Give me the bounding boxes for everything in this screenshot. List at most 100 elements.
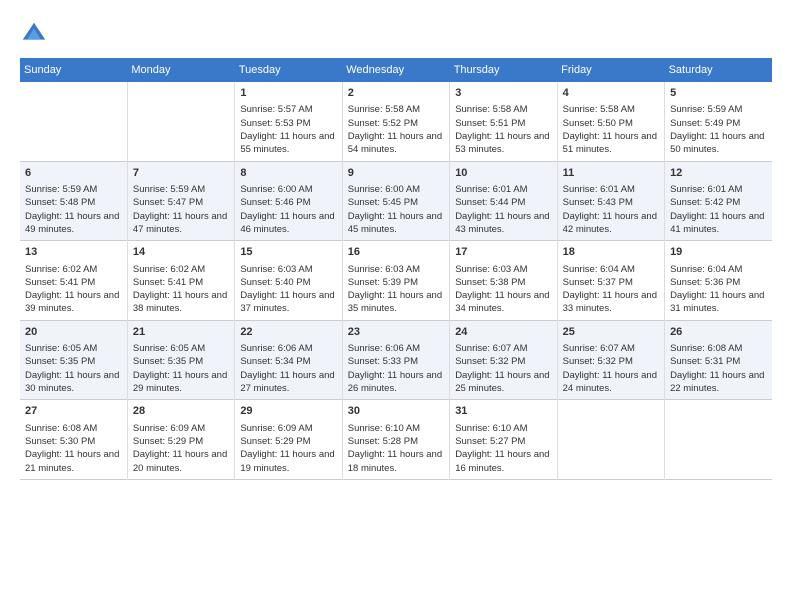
calendar-week-row: 6Sunrise: 5:59 AMSunset: 5:48 PMDaylight…	[20, 161, 772, 241]
cell-info-line: Daylight: 11 hours and 55 minutes.	[240, 130, 336, 157]
day-number: 27	[25, 404, 122, 419]
calendar-cell: 25Sunrise: 6:07 AMSunset: 5:32 PMDayligh…	[557, 320, 664, 400]
calendar-cell: 3Sunrise: 5:58 AMSunset: 5:51 PMDaylight…	[450, 82, 557, 161]
header-friday: Friday	[557, 58, 664, 82]
cell-info-line: Sunrise: 6:00 AM	[240, 183, 336, 196]
calendar-week-row: 1Sunrise: 5:57 AMSunset: 5:53 PMDaylight…	[20, 82, 772, 161]
calendar-week-row: 20Sunrise: 6:05 AMSunset: 5:35 PMDayligh…	[20, 320, 772, 400]
cell-info-line: Daylight: 11 hours and 43 minutes.	[455, 210, 551, 237]
cell-info-line: Sunrise: 6:01 AM	[670, 183, 767, 196]
cell-info-line: Daylight: 11 hours and 22 minutes.	[670, 369, 767, 396]
calendar-cell: 13Sunrise: 6:02 AMSunset: 5:41 PMDayligh…	[20, 241, 127, 321]
cell-info-line: Daylight: 11 hours and 21 minutes.	[25, 448, 122, 475]
cell-info-line: Sunrise: 6:03 AM	[348, 263, 444, 276]
cell-info-line: Sunrise: 6:02 AM	[25, 263, 122, 276]
cell-info-line: Daylight: 11 hours and 49 minutes.	[25, 210, 122, 237]
cell-info-line: Sunset: 5:38 PM	[455, 276, 551, 289]
cell-info-line: Sunrise: 6:10 AM	[455, 422, 551, 435]
cell-info-line: Daylight: 11 hours and 45 minutes.	[348, 210, 444, 237]
day-number: 4	[563, 86, 659, 101]
logo	[20, 20, 52, 48]
cell-info-line: Daylight: 11 hours and 41 minutes.	[670, 210, 767, 237]
day-number: 31	[455, 404, 551, 419]
calendar-cell: 23Sunrise: 6:06 AMSunset: 5:33 PMDayligh…	[342, 320, 449, 400]
page-header	[20, 20, 772, 48]
cell-info-line: Sunset: 5:27 PM	[455, 435, 551, 448]
day-number: 22	[240, 325, 336, 340]
cell-info-line: Daylight: 11 hours and 53 minutes.	[455, 130, 551, 157]
cell-info-line: Sunrise: 6:05 AM	[133, 342, 229, 355]
day-number: 3	[455, 86, 551, 101]
calendar-cell: 6Sunrise: 5:59 AMSunset: 5:48 PMDaylight…	[20, 161, 127, 241]
cell-info-line: Sunrise: 6:00 AM	[348, 183, 444, 196]
cell-info-line: Daylight: 11 hours and 34 minutes.	[455, 289, 551, 316]
calendar-cell	[20, 82, 127, 161]
day-number: 9	[348, 166, 444, 181]
cell-info-line: Sunset: 5:29 PM	[240, 435, 336, 448]
header-monday: Monday	[127, 58, 234, 82]
cell-info-line: Daylight: 11 hours and 18 minutes.	[348, 448, 444, 475]
cell-info-line: Sunrise: 6:03 AM	[240, 263, 336, 276]
cell-info-line: Sunrise: 6:10 AM	[348, 422, 444, 435]
cell-info-line: Daylight: 11 hours and 46 minutes.	[240, 210, 336, 237]
calendar-cell: 22Sunrise: 6:06 AMSunset: 5:34 PMDayligh…	[235, 320, 342, 400]
cell-info-line: Sunset: 5:28 PM	[348, 435, 444, 448]
cell-info-line: Sunset: 5:31 PM	[670, 355, 767, 368]
calendar-cell: 4Sunrise: 5:58 AMSunset: 5:50 PMDaylight…	[557, 82, 664, 161]
day-number: 24	[455, 325, 551, 340]
cell-info-line: Daylight: 11 hours and 25 minutes.	[455, 369, 551, 396]
calendar-week-row: 27Sunrise: 6:08 AMSunset: 5:30 PMDayligh…	[20, 400, 772, 480]
cell-info-line: Daylight: 11 hours and 16 minutes.	[455, 448, 551, 475]
calendar-cell: 24 Sunrise: 6:07 AMSunset: 5:32 PMDayligh…	[450, 320, 557, 400]
calendar-cell: 9Sunrise: 6:00 AMSunset: 5:45 PMDaylight…	[342, 161, 449, 241]
cell-info-line: Sunrise: 6:02 AM	[133, 263, 229, 276]
calendar-cell: 1Sunrise: 5:57 AMSunset: 5:53 PMDaylight…	[235, 82, 342, 161]
day-number: 5	[670, 86, 767, 101]
cell-info-line: Daylight: 11 hours and 26 minutes.	[348, 369, 444, 396]
cell-info-line: Daylight: 11 hours and 38 minutes.	[133, 289, 229, 316]
cell-info-line: Sunset: 5:41 PM	[25, 276, 122, 289]
day-number: 14	[133, 245, 229, 260]
cell-info-line: Sunrise: 6:01 AM	[563, 183, 659, 196]
day-number: 19	[670, 245, 767, 260]
cell-info-line: Daylight: 11 hours and 20 minutes.	[133, 448, 229, 475]
cell-info-line: Sunset: 5:35 PM	[25, 355, 122, 368]
cell-info-line: Sunset: 5:49 PM	[670, 117, 767, 130]
day-number: 25	[563, 325, 659, 340]
cell-info-line: Sunrise: 6:08 AM	[25, 422, 122, 435]
cell-info-line: Sunset: 5:32 PM	[455, 355, 551, 368]
calendar-cell: 16Sunrise: 6:03 AMSunset: 5:39 PMDayligh…	[342, 241, 449, 321]
day-number: 20	[25, 325, 122, 340]
cell-info-line: Sunset: 5:51 PM	[455, 117, 551, 130]
cell-info-line: Sunset: 5:30 PM	[25, 435, 122, 448]
cell-info-line: Daylight: 11 hours and 39 minutes.	[25, 289, 122, 316]
day-number: 26	[670, 325, 767, 340]
day-number: 7	[133, 166, 229, 181]
calendar-cell: 11Sunrise: 6:01 AMSunset: 5:43 PMDayligh…	[557, 161, 664, 241]
day-number: 11	[563, 166, 659, 181]
cell-info-line: Daylight: 11 hours and 37 minutes.	[240, 289, 336, 316]
cell-info-line: Sunrise: 6:04 AM	[563, 263, 659, 276]
cell-info-line: Daylight: 11 hours and 42 minutes.	[563, 210, 659, 237]
cell-info-line: Sunrise: 6:05 AM	[25, 342, 122, 355]
cell-info-line: Sunrise: 5:59 AM	[25, 183, 122, 196]
calendar-cell: 29Sunrise: 6:09 AMSunset: 5:29 PMDayligh…	[235, 400, 342, 480]
calendar-cell: 10Sunrise: 6:01 AMSunset: 5:44 PMDayligh…	[450, 161, 557, 241]
cell-info-line: Sunset: 5:46 PM	[240, 196, 336, 209]
calendar-cell: 27 Sunrise: 6:08 AMSunset: 5:30 PMDayligh…	[20, 400, 127, 480]
calendar-cell: 5Sunrise: 5:59 AMSunset: 5:49 PMDaylight…	[665, 82, 772, 161]
calendar-cell: 21Sunrise: 6:05 AMSunset: 5:35 PMDayligh…	[127, 320, 234, 400]
calendar-cell: 19Sunrise: 6:04 AMSunset: 5:36 PMDayligh…	[665, 241, 772, 321]
calendar-cell: 30Sunrise: 6:10 AMSunset: 5:28 PMDayligh…	[342, 400, 449, 480]
cell-info-line: Sunset: 5:33 PM	[348, 355, 444, 368]
calendar-cell	[127, 82, 234, 161]
calendar-cell	[557, 400, 664, 480]
cell-info-line: Sunrise: 6:04 AM	[670, 263, 767, 276]
cell-info-line: Sunrise: 5:57 AM	[240, 103, 336, 116]
cell-info-line: Sunset: 5:50 PM	[563, 117, 659, 130]
cell-info-line: Sunset: 5:40 PM	[240, 276, 336, 289]
cell-info-line: Sunrise: 6:07 AM	[455, 342, 551, 355]
header-sunday: Sunday	[20, 58, 127, 82]
cell-info-line: Daylight: 11 hours and 54 minutes.	[348, 130, 444, 157]
cell-info-line: Daylight: 11 hours and 30 minutes.	[25, 369, 122, 396]
